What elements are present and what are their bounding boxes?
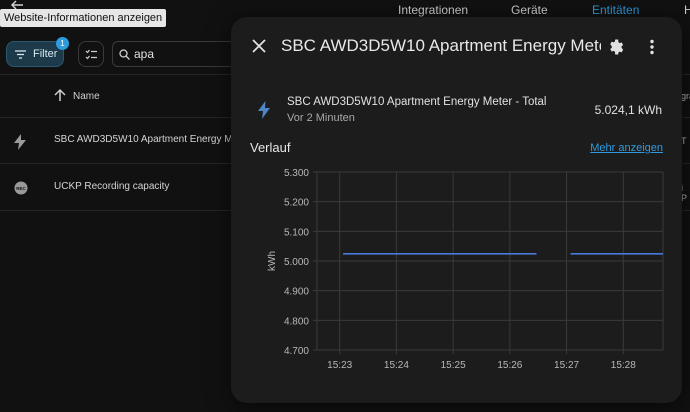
column-header-edge: gra [681, 91, 690, 101]
y-tick-label: 4.800 [284, 316, 309, 327]
entity-state-row: SBC AWD3D5W10 Apartment Energy Meter - T… [231, 91, 682, 131]
x-tick-label: 15:26 [497, 360, 522, 371]
y-tick-label: 5.100 [284, 227, 309, 238]
tab-entities[interactable]: Entitäten [592, 3, 639, 17]
filter-label: Filter [33, 48, 58, 60]
filter-count-badge: 1 [56, 37, 69, 50]
x-tick-label: 15:27 [554, 360, 579, 371]
more-vertical-icon[interactable] [649, 39, 655, 55]
svg-text:REC: REC [16, 186, 26, 191]
y-axis-label: kWh [267, 251, 278, 271]
y-tick-label: 5.000 [284, 257, 309, 268]
x-tick-label: 15:23 [327, 360, 352, 371]
tab-helpers[interactable]: H [684, 3, 690, 17]
y-tick-label: 5.200 [284, 198, 309, 209]
show-more-link[interactable]: Mehr anzeigen [590, 142, 663, 154]
selection-mode-button[interactable] [78, 41, 104, 67]
lightning-icon [258, 101, 270, 119]
search-value: apa [134, 47, 155, 61]
tab-integrations[interactable]: Integrationen [398, 3, 468, 17]
y-tick-label: 5.300 [284, 168, 309, 179]
y-tick-label: 4.700 [284, 346, 309, 357]
x-tick-label: 15:25 [441, 360, 466, 371]
entity-last-changed: Vor 2 Minuten [287, 112, 355, 124]
y-tick-label: 4.900 [284, 287, 309, 298]
row-edge-text: i P [681, 183, 688, 203]
sort-ascending-icon[interactable] [53, 88, 67, 102]
history-chart[interactable]: 5.300 5.200 5.100 5.000 4.900 4.800 4.700 15:23… [245, 165, 675, 395]
dialog-title: SBC AWD3D5W10 Apartment Energy Meter - T… [281, 36, 601, 55]
more-info-dialog: SBC AWD3D5W10 Apartment Energy Meter - T… [231, 17, 682, 403]
history-title: Verlauf [250, 140, 291, 155]
rec-icon: REC [14, 181, 28, 195]
x-tick-label: 15:28 [611, 360, 636, 371]
lightning-icon [14, 134, 26, 150]
checklist-icon [85, 49, 97, 59]
close-icon[interactable] [251, 38, 267, 54]
entity-name: SBC AWD3D5W10 Apartment Energy Meter - T… [287, 96, 547, 108]
entity-state-value: 5.024,1 kWh [594, 103, 662, 117]
tooltip: Website-Informationen anzeigen [0, 9, 167, 27]
gear-icon[interactable] [607, 38, 625, 56]
tab-devices[interactable]: Geräte [511, 3, 548, 17]
row-entity-name: UCKP Recording capacity [54, 181, 170, 192]
search-icon [119, 48, 130, 60]
filter-icon [15, 49, 26, 59]
column-header-name[interactable]: Name [73, 91, 100, 102]
x-tick-label: 15:24 [384, 360, 409, 371]
